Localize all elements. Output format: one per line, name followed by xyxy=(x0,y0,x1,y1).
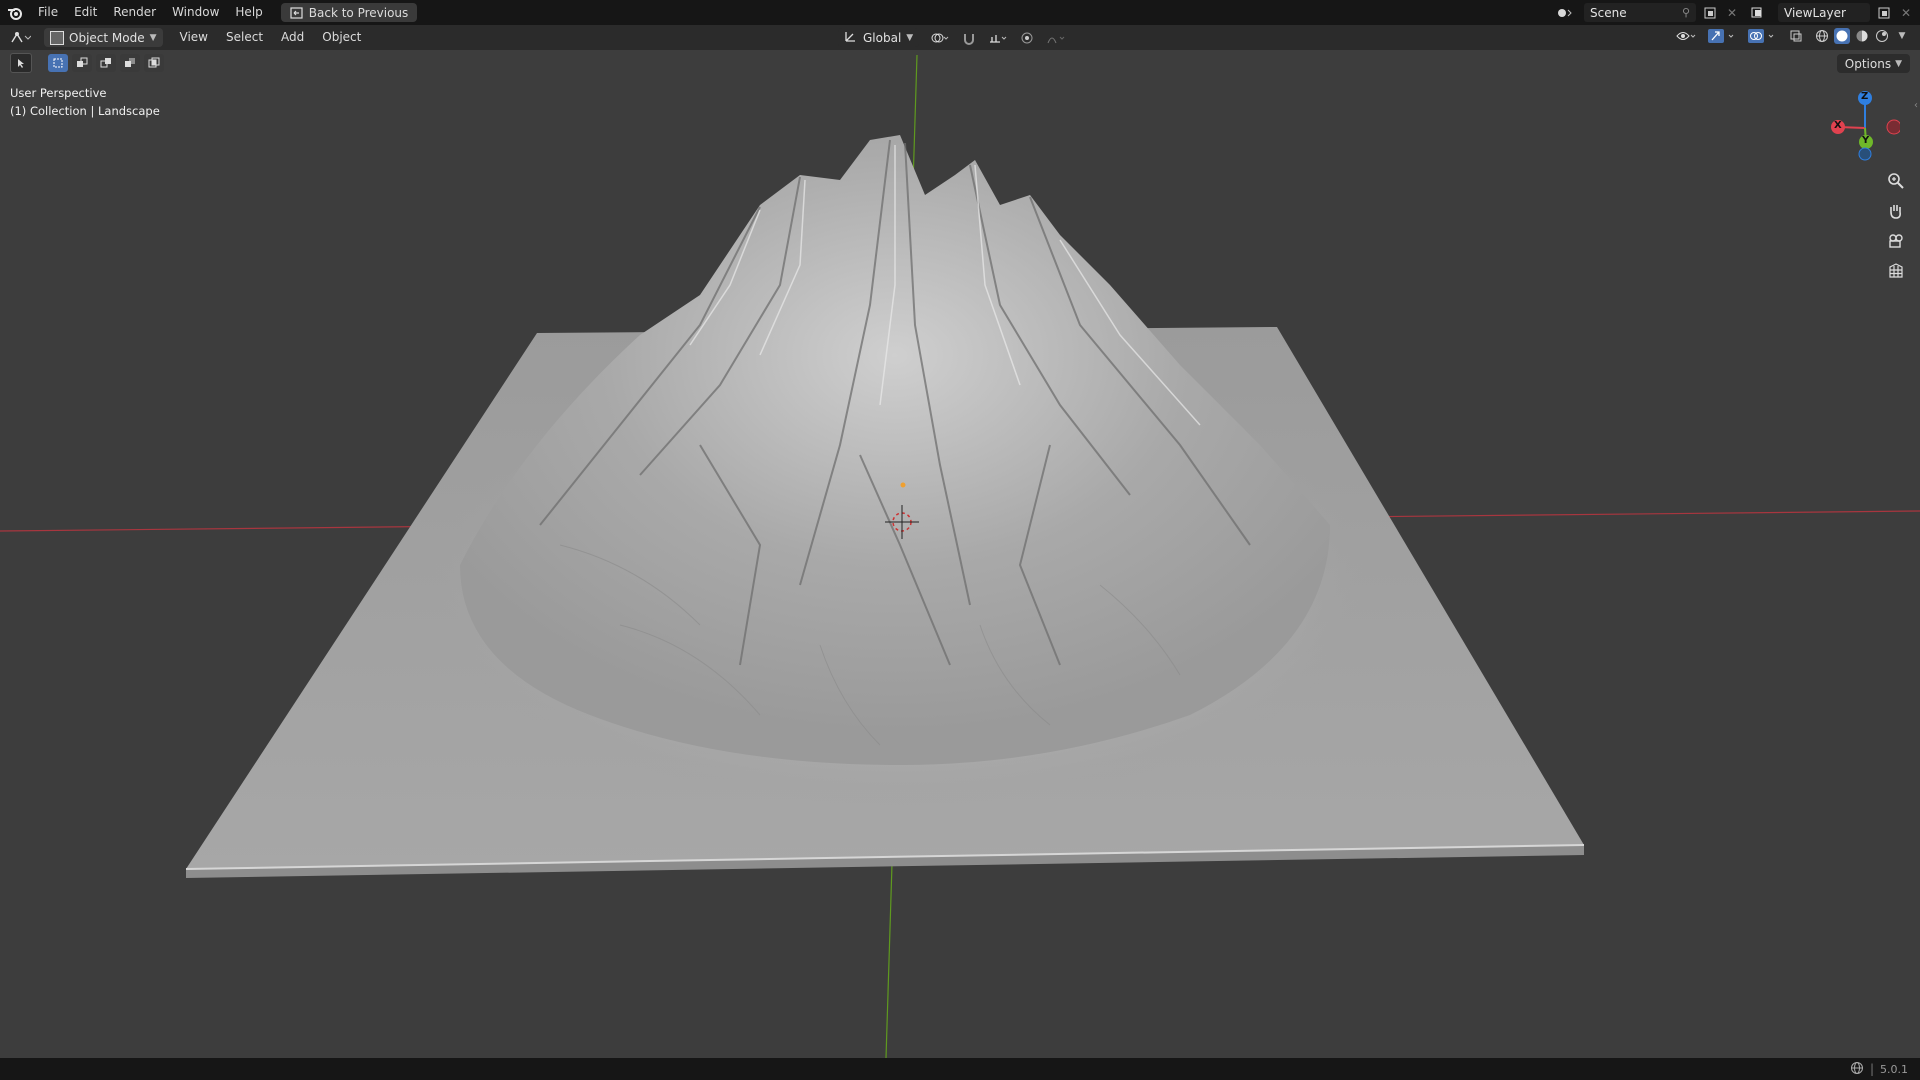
gizmo-z-label: Z xyxy=(1861,91,1869,102)
remove-scene-icon[interactable]: ✕ xyxy=(1724,5,1740,21)
menu-edit[interactable]: Edit xyxy=(66,0,105,25)
back-to-previous-button[interactable]: Back to Previous xyxy=(280,3,418,22)
new-scene-icon[interactable] xyxy=(1702,5,1718,21)
gizmo-y-label: Y xyxy=(1862,135,1870,146)
back-icon xyxy=(290,6,303,19)
gizmo-x-label: X xyxy=(1834,120,1842,131)
menu-render[interactable]: Render xyxy=(105,0,164,25)
grid-icon[interactable] xyxy=(1884,259,1908,283)
menu-window[interactable]: Window xyxy=(164,0,227,25)
version-label: 5.0.1 xyxy=(1880,1062,1908,1076)
mountain-mesh[interactable] xyxy=(460,135,1330,765)
pin-icon[interactable]: ⚲ xyxy=(1682,6,1690,19)
sidebar-toggle-icon[interactable]: ‹ xyxy=(1914,100,1918,111)
zoom-icon[interactable] xyxy=(1884,169,1908,193)
scene-field[interactable]: Scene ⚲ xyxy=(1584,3,1696,22)
object-origin xyxy=(900,482,906,488)
status-separator: | xyxy=(1869,1062,1874,1076)
status-bar: | 5.0.1 xyxy=(0,1058,1920,1080)
viewport-canvas[interactable] xyxy=(0,25,1920,1058)
new-view-layer-icon[interactable] xyxy=(1876,5,1892,21)
view-layer-selector-icon[interactable] xyxy=(1746,5,1772,21)
hand-icon[interactable] xyxy=(1884,199,1908,223)
view-layer-name: ViewLayer xyxy=(1784,5,1846,20)
blender-logo-icon[interactable] xyxy=(0,0,30,25)
camera-icon[interactable] xyxy=(1884,229,1908,253)
menu-file[interactable]: File xyxy=(30,0,66,25)
scene-selector-icon[interactable] xyxy=(1552,5,1578,21)
globe-icon xyxy=(1850,1061,1864,1078)
view-layer-field[interactable]: ViewLayer xyxy=(1778,3,1870,22)
scene-name: Scene xyxy=(1590,5,1627,20)
back-button-label: Back to Previous xyxy=(308,5,409,20)
top-bar: File Edit Render Window Help Back to Pre… xyxy=(0,0,1920,25)
remove-view-layer-icon[interactable]: ✕ xyxy=(1898,5,1914,21)
navigation-gizmo[interactable]: Z X Y xyxy=(1820,90,1902,165)
menu-help[interactable]: Help xyxy=(227,0,270,25)
